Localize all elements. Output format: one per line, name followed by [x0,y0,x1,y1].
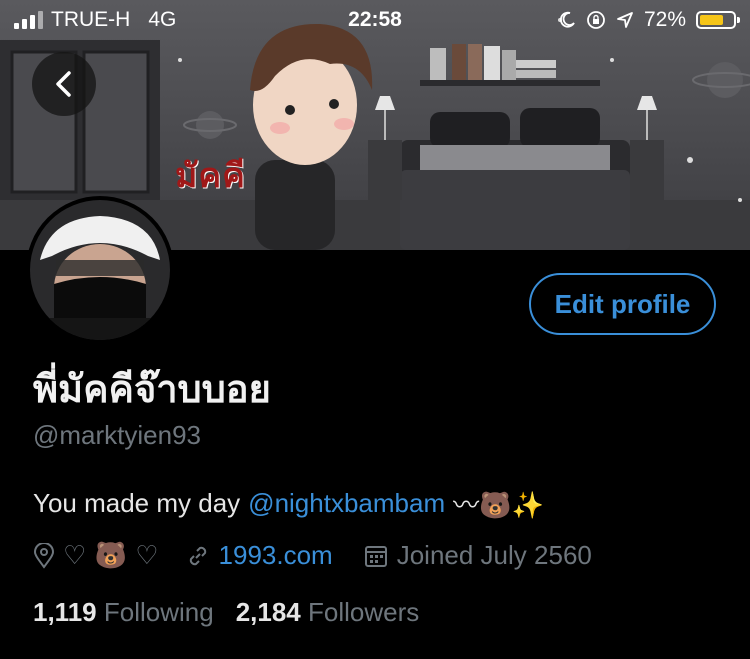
joined-date: Joined July 2560 [396,540,592,570]
battery-percent: 72% [643,8,686,31]
followers-label: Followers [308,597,420,627]
profile-bio: You made my day @nightxbambam 〰🐻✨ [33,485,544,522]
battery-icon [696,11,740,29]
banner-caption: มัคคี [175,156,246,196]
followers-link[interactable]: 2,184 Followers [236,597,420,628]
follow-counts: 1,119 Following 2,184 Followers [33,597,419,628]
location-arrow-icon [616,11,634,29]
profile-avatar[interactable] [26,196,174,344]
rotation-lock-icon [586,10,606,30]
profile-location: ♡ 🐻 ♡ [63,540,159,571]
avatar-image [30,200,170,340]
profile-website-link[interactable]: 1993.com [219,540,333,571]
following-label: Following [103,597,214,627]
bio-emoji: 〰🐻✨ [453,491,544,521]
user-handle: @marktyien93 [33,420,202,450]
moon-icon [558,11,576,29]
back-button[interactable] [32,52,96,116]
followers-count: 2,184 [235,597,301,627]
bio-mention-link[interactable]: @nightxbambam [248,488,445,519]
following-link[interactable]: 1,119 Following [33,597,214,628]
edit-profile-button[interactable]: Edit profile [529,273,716,335]
battery-level-fill [700,15,723,25]
following-count: 1,119 [33,597,97,627]
display-name: พี่มัคคีจ๊าบบอย [33,367,271,411]
bio-text: You made my day [33,488,241,518]
chevron-left-icon [53,69,75,99]
calendar-icon [363,543,389,569]
status-right: 72% [558,8,740,32]
location-pin-icon [33,542,55,569]
status-bar: TRUE-H 4G 22:58 72% [0,0,750,42]
profile-meta-row: ♡ 🐻 ♡ 1993.com Joined July 2560 [33,540,592,571]
link-icon [185,543,211,569]
